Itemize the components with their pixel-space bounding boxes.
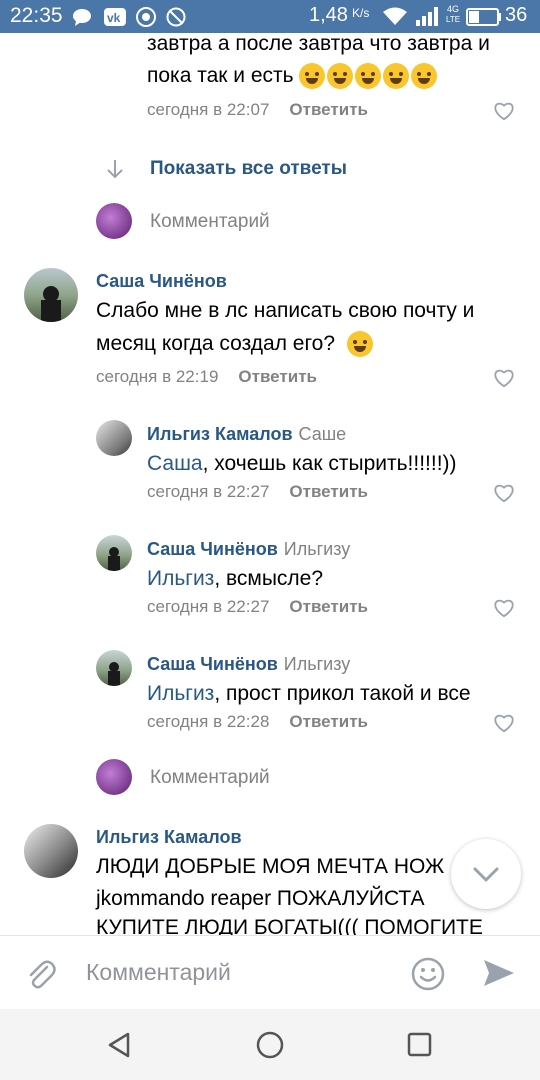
comment-meta: сегодня в 22:19 Ответить xyxy=(96,367,317,387)
reply-button[interactable]: Ответить xyxy=(289,100,368,119)
user-avatar xyxy=(96,203,132,239)
like-heart-icon[interactable] xyxy=(493,368,515,388)
emoji-joy-icon xyxy=(411,63,438,90)
svg-text:vk: vk xyxy=(107,11,121,25)
paperclip-icon[interactable] xyxy=(26,958,56,990)
reply-author-line: Ильгиз Камалов Саше xyxy=(147,424,346,445)
reply-text-body: , всмысле? xyxy=(214,567,324,590)
comment-text: ЛЮДИ ДОБРЫЕ МОЯ МЕЧТА НОЖ xyxy=(96,855,445,878)
like-heart-icon[interactable] xyxy=(493,713,515,733)
comment-text-continued: завтра а после завтра что завтра и xyxy=(147,33,490,55)
mention-link[interactable]: Ильгиз xyxy=(147,682,214,705)
chevron-down-icon xyxy=(473,867,499,882)
comment-text-line2: пока так и есть xyxy=(147,59,439,92)
reply-author-line: Саша Чинёнов Ильгизу xyxy=(147,654,350,675)
emoji-joy-icon xyxy=(327,63,354,90)
reply-comment-field[interactable]: Комментарий xyxy=(150,767,270,789)
vk-notification-icon: vk xyxy=(104,8,126,26)
reply-addressee: Ильгизу xyxy=(283,654,351,674)
avatar[interactable] xyxy=(24,268,78,322)
comment-text-line2: месяц когда создал его? xyxy=(96,327,375,360)
comment-meta: сегодня в 22:28 Ответить xyxy=(147,712,368,732)
avatar[interactable] xyxy=(96,420,132,456)
reply-button[interactable]: Ответить xyxy=(289,482,368,501)
comment-time: сегодня в 22:27 xyxy=(147,482,270,501)
nav-recents-icon[interactable] xyxy=(406,1031,434,1059)
comment-author[interactable]: Саша Чинёнов xyxy=(96,271,227,292)
comment-text-line3: КУПИТЕ ЛЮДИ БОГАТЫ((( ПОМОГИТЕ xyxy=(96,916,483,935)
network-type-bottom: LTE xyxy=(446,15,461,24)
message-notification-icon xyxy=(73,9,91,26)
nav-home-icon[interactable] xyxy=(255,1030,285,1060)
status-time: 22:35 xyxy=(10,4,63,27)
user-avatar xyxy=(96,759,132,795)
signal-icon xyxy=(416,7,438,26)
send-icon[interactable] xyxy=(482,956,516,990)
like-heart-icon[interactable] xyxy=(493,598,515,618)
comment-time: сегодня в 22:28 xyxy=(147,712,270,731)
mention-link[interactable]: Саша xyxy=(147,452,203,475)
comments-feed[interactable]: завтра а после завтра что завтра и пока … xyxy=(0,33,540,935)
reply-addressee: Саше xyxy=(298,424,347,444)
comment-meta: сегодня в 22:27 Ответить xyxy=(147,597,368,617)
comment-meta: сегодня в 22:07 Ответить xyxy=(147,100,368,120)
network-speed-unit: K/s xyxy=(352,6,370,20)
emoji-joy-icon xyxy=(355,63,382,90)
emoji-rofl-icon xyxy=(299,63,326,90)
reply-button[interactable]: Ответить xyxy=(289,597,368,616)
browser-notification-icon xyxy=(136,7,156,27)
network-type-top: 4G xyxy=(447,4,460,14)
reply-author[interactable]: Ильгиз Камалов xyxy=(147,424,293,444)
smiley-icon[interactable] xyxy=(410,956,446,992)
arrow-down-icon xyxy=(107,160,123,179)
emoji-wink-icon xyxy=(346,331,373,358)
comment-author[interactable]: Ильгиз Камалов xyxy=(96,827,242,848)
like-heart-icon[interactable] xyxy=(493,101,515,121)
show-all-replies-link[interactable]: Показать все ответы xyxy=(150,158,347,180)
reply-text-body: , хочешь как стырить!!!!!!)) xyxy=(202,452,457,475)
comment-time: сегодня в 22:07 xyxy=(147,100,270,119)
comment-meta: сегодня в 22:27 Ответить xyxy=(147,482,368,502)
comment-input[interactable]: Комментарий xyxy=(86,959,231,986)
comment-text: пока так и есть xyxy=(147,64,294,87)
network-speed: 1,48 xyxy=(309,4,348,26)
comment-text: Слабо мне в лс написать свою почту и xyxy=(96,299,475,322)
do-not-disturb-icon xyxy=(166,7,186,27)
nav-back-icon[interactable] xyxy=(106,1031,134,1059)
reply-author[interactable]: Саша Чинёнов xyxy=(147,539,278,559)
reply-author-line: Саша Чинёнов Ильгизу xyxy=(147,539,350,560)
avatar[interactable] xyxy=(96,650,132,686)
emoji-rofl-icon xyxy=(383,63,410,90)
reply-button[interactable]: Ответить xyxy=(238,367,317,386)
system-navigation-bar xyxy=(0,1009,540,1080)
battery-icon xyxy=(466,8,501,26)
reply-text: Ильгиз, прост прикол такой и все xyxy=(147,677,471,710)
scroll-down-button[interactable] xyxy=(451,839,521,909)
comment-time: сегодня в 22:27 xyxy=(147,597,270,616)
reply-author[interactable]: Саша Чинёнов xyxy=(147,654,278,674)
reply-comment-field[interactable]: Комментарий xyxy=(150,211,270,233)
reply-addressee: Ильгизу xyxy=(283,539,351,559)
like-heart-icon[interactable] xyxy=(493,483,515,503)
reply-button[interactable]: Ответить xyxy=(289,712,368,731)
status-bar: 22:35 vk 1,48 K/s 4G LTE 36 xyxy=(0,0,540,33)
mention-link[interactable]: Ильгиз xyxy=(147,567,214,590)
reply-text: Саша, хочешь как стырить!!!!!!)) xyxy=(147,447,457,480)
comment-time: сегодня в 22:19 xyxy=(96,367,219,386)
comment-input-bar: Комментарий xyxy=(0,935,540,1010)
reply-text-body: , прост прикол такой и все xyxy=(214,682,471,705)
wifi-icon xyxy=(383,7,407,25)
comment-text: месяц когда создал его? xyxy=(96,332,336,355)
reply-text: Ильгиз, всмысле? xyxy=(147,562,323,595)
avatar[interactable] xyxy=(24,824,78,878)
avatar[interactable] xyxy=(96,535,132,571)
battery-level: 36 xyxy=(505,4,528,26)
